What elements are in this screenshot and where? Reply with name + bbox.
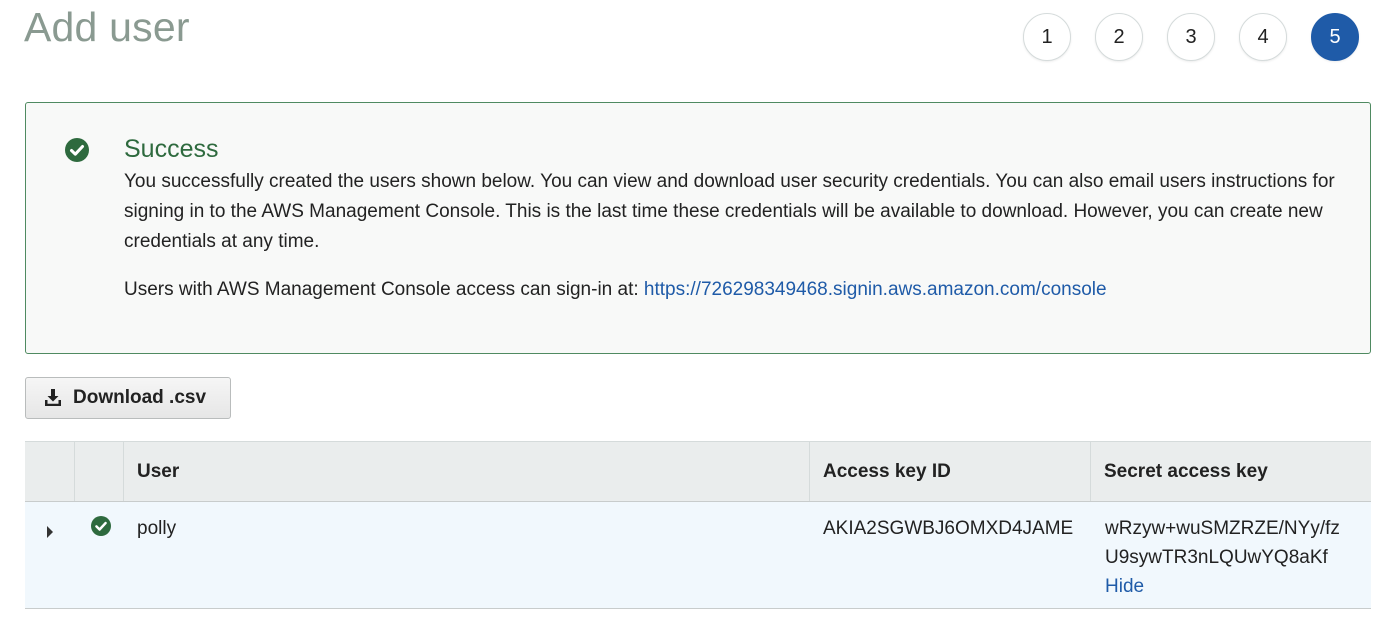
expand-triangle-icon[interactable] [45, 525, 55, 539]
download-csv-button[interactable]: Download .csv [25, 377, 231, 419]
signin-prefix: Users with AWS Management Console access… [124, 279, 644, 300]
header-status-col [75, 442, 124, 501]
hide-secret-link[interactable]: Hide [1105, 576, 1144, 597]
user-name: polly [137, 518, 177, 539]
download-icon [45, 389, 61, 406]
table-row: polly AKIA2SGWBJ6OMXD4JAME wRzyw+wuSMZRZ… [25, 502, 1371, 609]
step-3[interactable]: 3 [1167, 13, 1215, 61]
header-user: User [124, 442, 810, 501]
step-2[interactable]: 2 [1095, 13, 1143, 61]
page-title: Add user [24, 4, 190, 50]
header-expand-col [25, 442, 75, 501]
success-alert: Success You successfully created the use… [25, 102, 1371, 354]
secret-access-key-cell: wRzyw+wuSMZRZE/NYy/fzU9sywTR3nLQUwYQ8aKf… [1091, 502, 1351, 608]
header-access-key-id: Access key ID [810, 442, 1091, 501]
alert-body: You successfully created the users shown… [124, 171, 1335, 252]
step-4[interactable]: 4 [1239, 13, 1287, 61]
secret-access-key: wRzyw+wuSMZRZE/NYy/fzU9sywTR3nLQUwYQ8aKf [1105, 518, 1340, 568]
credentials-table: User Access key ID Secret access key pol… [25, 441, 1371, 609]
check-circle-icon [65, 138, 89, 162]
expand-cell[interactable] [25, 502, 75, 608]
step-5[interactable]: 5 [1311, 13, 1359, 61]
table-header: User Access key ID Secret access key [25, 441, 1371, 502]
signin-line: Users with AWS Management Console access… [124, 275, 1107, 305]
header-secret-access-key: Secret access key [1104, 460, 1268, 482]
step-1[interactable]: 1 [1023, 13, 1071, 61]
check-circle-icon [91, 516, 111, 536]
access-key-id: AKIA2SGWBJ6OMXD4JAME [823, 518, 1074, 539]
alert-title: Success [124, 135, 219, 163]
download-csv-label: Download .csv [73, 387, 207, 408]
status-cell [75, 502, 124, 608]
signin-url-link[interactable]: https://726298349468.signin.aws.amazon.c… [644, 279, 1107, 300]
wizard-steps: 1 2 3 4 5 [1023, 13, 1359, 61]
